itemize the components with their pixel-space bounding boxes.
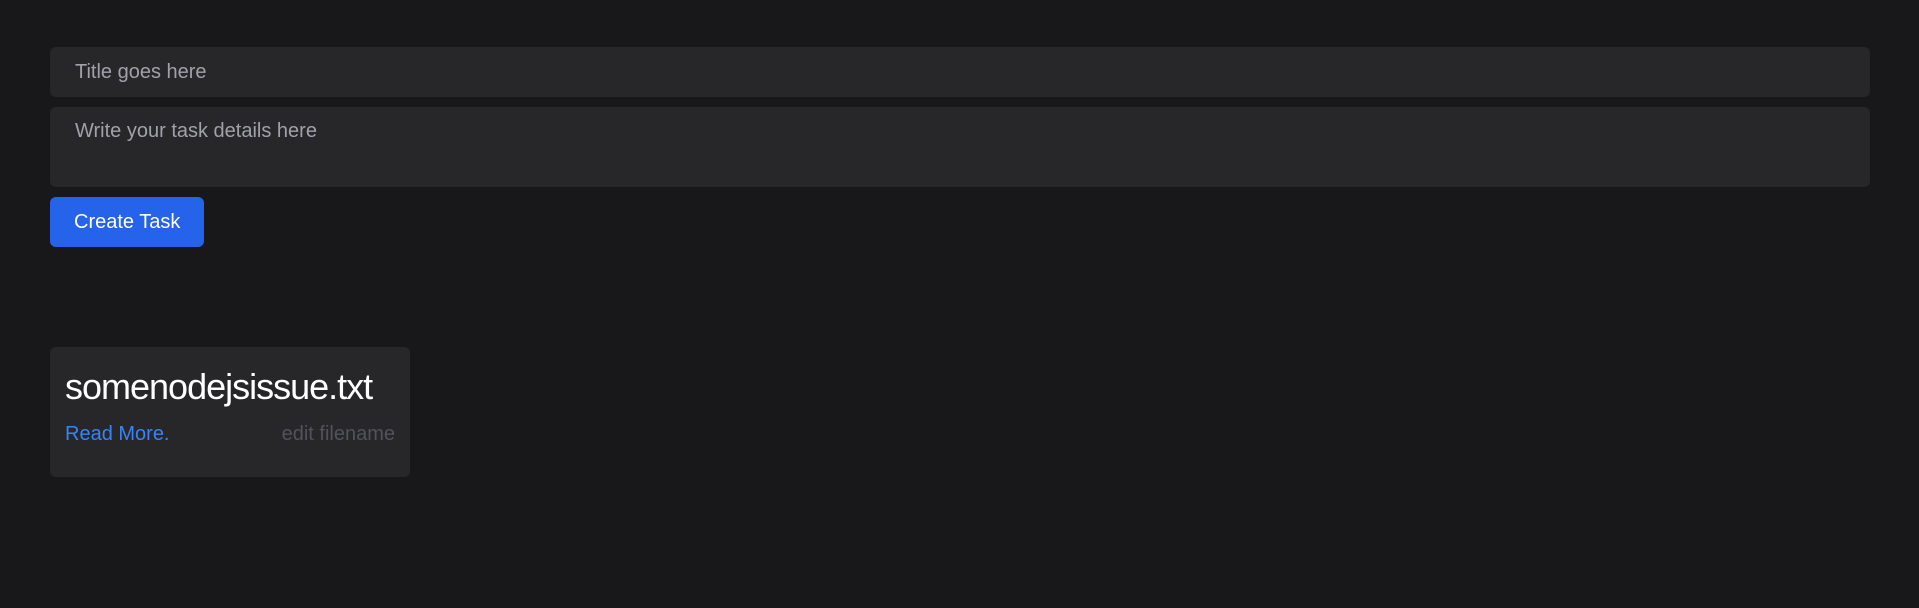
task-card: somenodejsissue.txt Read More. edit file… [50, 347, 410, 477]
task-card-footer: Read More. edit filename [65, 423, 395, 446]
read-more-link[interactable]: Read More. [65, 423, 170, 446]
task-details-input[interactable] [50, 107, 1870, 187]
edit-filename-link[interactable]: edit filename [282, 423, 395, 446]
create-task-button[interactable]: Create Task [50, 197, 205, 247]
create-task-form: Create Task [50, 47, 1870, 247]
task-app: Create Task somenodejsissue.txt Read Mor… [0, 0, 1919, 608]
title-input[interactable] [50, 47, 1870, 97]
task-filename: somenodejsissue.txt [65, 366, 373, 407]
